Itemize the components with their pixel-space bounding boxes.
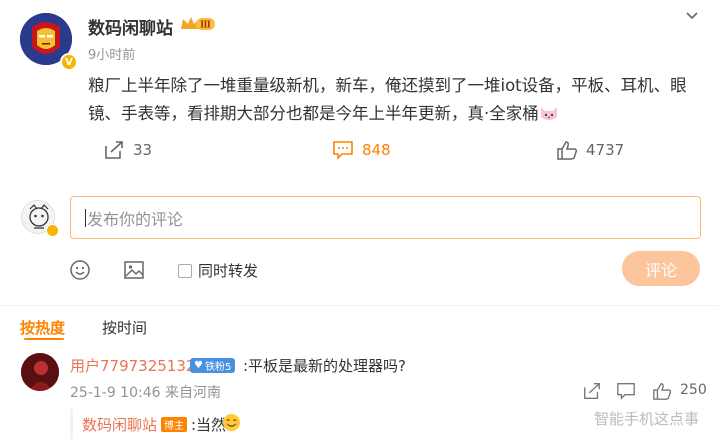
- comment-reply-icon[interactable]: [616, 381, 636, 401]
- fan-badge-text: 铁粉5: [204, 362, 232, 373]
- chevron-down-icon[interactable]: [684, 8, 700, 24]
- tab-sort-time[interactable]: 按时间: [102, 317, 147, 338]
- level-badge-text: Ⅲ: [200, 21, 211, 31]
- reply-text: :当然: [191, 416, 227, 434]
- cat-emoji-icon: [539, 103, 559, 121]
- image-icon[interactable]: [123, 259, 145, 281]
- like-count: 4737: [586, 141, 625, 159]
- reply-bar: [70, 409, 73, 439]
- emoji-icon[interactable]: [69, 259, 91, 281]
- section-divider: [0, 305, 719, 306]
- comment-share-icon[interactable]: [582, 381, 602, 401]
- repost-count: 33: [133, 141, 153, 159]
- commenter-name[interactable]: 用户7797325132: [70, 355, 195, 376]
- commenter-avatar[interactable]: [21, 353, 59, 391]
- comment-like-icon[interactable]: [652, 381, 672, 401]
- checkbox-box[interactable]: [178, 263, 192, 278]
- watermark: 智能手机这点事: [594, 410, 700, 428]
- share-icon: [105, 141, 123, 159]
- comment-meta: 25-1-9 10:46 来自河南: [70, 385, 221, 401]
- comment-text: :平板是最新的处理器吗?: [243, 357, 407, 375]
- post-author-name[interactable]: 数码闲聊站: [88, 14, 173, 39]
- post-body: 粮厂上半年除了一堆重量级新机，新车，俺还摸到了一堆iot设备，平板、耳机、眼镜、…: [88, 76, 687, 123]
- repost-label: 同时转发: [198, 262, 259, 280]
- thumbs-up-icon: [557, 141, 578, 160]
- post-time: 9小时前: [88, 48, 136, 63]
- submit-comment-button[interactable]: 评论: [622, 251, 700, 286]
- fan-badge: ♥ 铁粉5: [190, 358, 236, 373]
- smile-emoji-icon: [222, 413, 241, 432]
- crown-level-icon[interactable]: Ⅲ: [180, 15, 216, 33]
- text-caret: [85, 208, 86, 227]
- like-button[interactable]: 4737: [556, 139, 624, 161]
- fan-badge-heart-icon: ♥: [194, 360, 203, 371]
- repost-checkbox[interactable]: 同时转发: [178, 260, 258, 281]
- comment-placeholder: 发布你的评论: [87, 209, 184, 229]
- post-text: 粮厂上半年除了一堆重量级新机，新车，俺还摸到了一堆iot设备，平板、耳机、眼镜、…: [88, 72, 703, 128]
- active-tab-indicator: [24, 338, 64, 340]
- verified-small-icon: [46, 224, 59, 237]
- comment-count: 848: [362, 141, 391, 159]
- reply-author-name[interactable]: 数码闲聊站: [82, 414, 157, 435]
- author-badge: 博主: [161, 417, 187, 432]
- tab-sort-hot[interactable]: 按热度: [20, 317, 65, 338]
- comment-like-count: 250: [680, 382, 707, 398]
- verified-badge-icon: V: [60, 53, 78, 71]
- commenter-avatar-icon: [21, 353, 59, 391]
- comment-input[interactable]: 发布你的评论: [70, 196, 701, 239]
- repost-button[interactable]: 33: [103, 139, 152, 161]
- comment-icon: [333, 141, 353, 160]
- comment-button[interactable]: 848: [332, 139, 391, 161]
